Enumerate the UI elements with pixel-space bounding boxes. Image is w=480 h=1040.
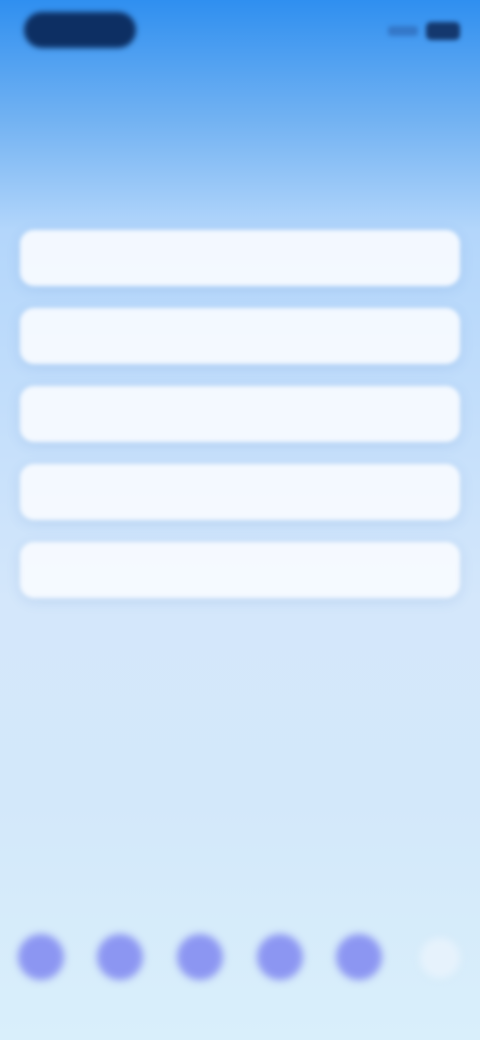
answer-option-label <box>42 464 440 520</box>
answer-option-label <box>42 542 440 598</box>
circle-icon[interactable] <box>97 934 143 980</box>
status-sub-right <box>410 72 450 86</box>
status-icons <box>350 18 460 44</box>
answer-option-5[interactable] <box>20 542 460 598</box>
answer-options <box>20 230 460 598</box>
answer-option-1[interactable] <box>20 230 460 286</box>
answer-option-3[interactable] <box>20 386 460 442</box>
status-sub-left <box>26 72 86 88</box>
circle-icon[interactable] <box>257 934 303 980</box>
question-subtitle <box>120 120 360 134</box>
circle-icon[interactable] <box>336 934 382 980</box>
answer-option-label <box>42 308 440 364</box>
bottom-action-bar <box>0 920 480 1010</box>
battery-icon <box>426 22 460 40</box>
faint-circle-icon <box>420 938 460 978</box>
status-time <box>24 12 136 48</box>
status-bar <box>0 0 480 70</box>
answer-option-2[interactable] <box>20 308 460 364</box>
answer-option-label <box>42 386 440 442</box>
circle-icon[interactable] <box>177 934 223 980</box>
circle-icon[interactable] <box>18 934 64 980</box>
answer-option-label <box>42 230 440 286</box>
signal-icon <box>388 26 418 36</box>
answer-option-4[interactable] <box>20 464 460 520</box>
